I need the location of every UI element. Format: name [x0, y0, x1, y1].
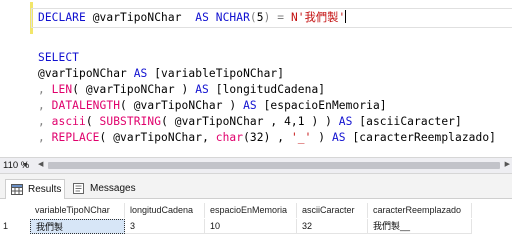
comma: ,: [38, 83, 52, 96]
variable-ref: @varTipoNChar: [38, 67, 127, 80]
horizontal-scrollbar-thumb[interactable]: [48, 162, 500, 169]
code-line-replace[interactable]: , REPLACE( @varTipoNChar, char(32) , '_'…: [38, 130, 496, 146]
code-line-declare[interactable]: DECLARE @varTipoNChar AS NCHAR(5) = N'我們…: [38, 10, 347, 26]
function-args: ( @varTipoNChar ): [72, 83, 189, 96]
column-header[interactable]: variableTipoNChar: [30, 203, 125, 218]
table-cell[interactable]: 3: [125, 219, 205, 234]
scroll-right-icon[interactable]: ▶: [505, 160, 510, 168]
string-literal: '_': [290, 131, 312, 144]
keyword-as: AS: [126, 67, 148, 80]
keyword-declare: DECLARE: [38, 11, 86, 24]
results-grid: variableTipoNChar longitudCadena espacio…: [0, 199, 512, 248]
query-editor[interactable]: DECLARE @varTipoNChar AS NCHAR(5) = N'我們…: [0, 0, 512, 157]
chevron-down-icon: ▼: [22, 162, 29, 169]
function-args: ( @varTipoNChar , 4,1 ) ): [161, 115, 332, 128]
column-header[interactable]: caracterReemplazado: [368, 203, 472, 218]
function-args: (32) ,: [243, 131, 291, 144]
scroll-left-icon[interactable]: ◀: [38, 160, 43, 168]
zoom-dropdown[interactable]: 110 % ▼: [2, 159, 32, 172]
keyword-as: AS: [195, 11, 209, 24]
code-line-datalength[interactable]: , DATALENGTH( @varTipoNChar ) AS [espaci…: [38, 98, 387, 114]
function-len: LEN: [51, 83, 73, 96]
text-caret: [345, 10, 347, 23]
alias: [longitudCadena]: [208, 83, 326, 96]
function-char: char: [215, 131, 244, 144]
function-ascii: ascii: [51, 115, 86, 128]
messages-icon: [73, 183, 84, 194]
paren-open: (: [249, 11, 257, 24]
string-literal: N'我們製': [290, 11, 346, 24]
keyword-as: AS: [331, 131, 346, 144]
equals-operator: =: [270, 11, 291, 24]
size-number: 5: [256, 11, 264, 24]
function-args: ( @varTipoNChar,: [99, 131, 216, 144]
alias: [asciiCaracter]: [352, 115, 462, 128]
column-header[interactable]: longitudCadena: [125, 203, 205, 218]
column-header[interactable]: asciiCaracter: [297, 203, 368, 218]
tab-results-label: Results: [28, 184, 62, 195]
comma: ,: [38, 131, 52, 144]
alias: [variableTipoNChar]: [147, 67, 285, 80]
grid-icon: [11, 184, 23, 195]
variable-name: @varTipoNChar: [85, 11, 196, 24]
function-datalength: DATALENGTH: [51, 99, 121, 112]
code-line-ascii[interactable]: , ascii( SUBSTRING( @varTipoNChar , 4,1 …: [38, 114, 462, 130]
function-args: ( @varTipoNChar ): [120, 99, 237, 112]
table-cell[interactable]: 10: [205, 219, 297, 234]
comma: ,: [38, 115, 52, 128]
table-cell[interactable]: 我們製: [30, 219, 125, 234]
function-replace: REPLACE: [51, 131, 100, 144]
code-line-variable[interactable]: @varTipoNChar AS [variableTipoNChar]: [38, 66, 284, 82]
keyword-as: AS: [331, 115, 353, 128]
keyword-as: AS: [236, 99, 257, 112]
results-tabstrip: Results Messages: [0, 174, 512, 199]
paren: (: [85, 115, 100, 128]
paren: ): [311, 131, 332, 144]
row-number[interactable]: 1: [3, 219, 23, 234]
alias: [caracterReemplazado]: [345, 131, 497, 144]
table-cell[interactable]: 我們製__: [368, 219, 472, 234]
table-cell[interactable]: 32: [297, 219, 368, 234]
code-line-len[interactable]: , LEN( @varTipoNChar ) AS [longitudCaden…: [38, 82, 325, 98]
tab-results[interactable]: Results: [5, 179, 65, 199]
comma: ,: [38, 99, 52, 112]
keyword-as: AS: [188, 83, 209, 96]
zoom-scroll-bar: 110 % ▼ ◀ ▶: [0, 157, 512, 174]
code-line-select[interactable]: SELECT: [38, 50, 79, 66]
tab-messages[interactable]: Messages: [68, 179, 138, 198]
function-substring: SUBSTRING: [99, 115, 162, 128]
alias: [espacioEnMemoria]: [256, 99, 387, 112]
keyword-nchar: NCHAR: [208, 11, 250, 24]
column-header[interactable]: espacioEnMemoria: [205, 203, 297, 218]
tab-messages-label: Messages: [90, 183, 136, 194]
